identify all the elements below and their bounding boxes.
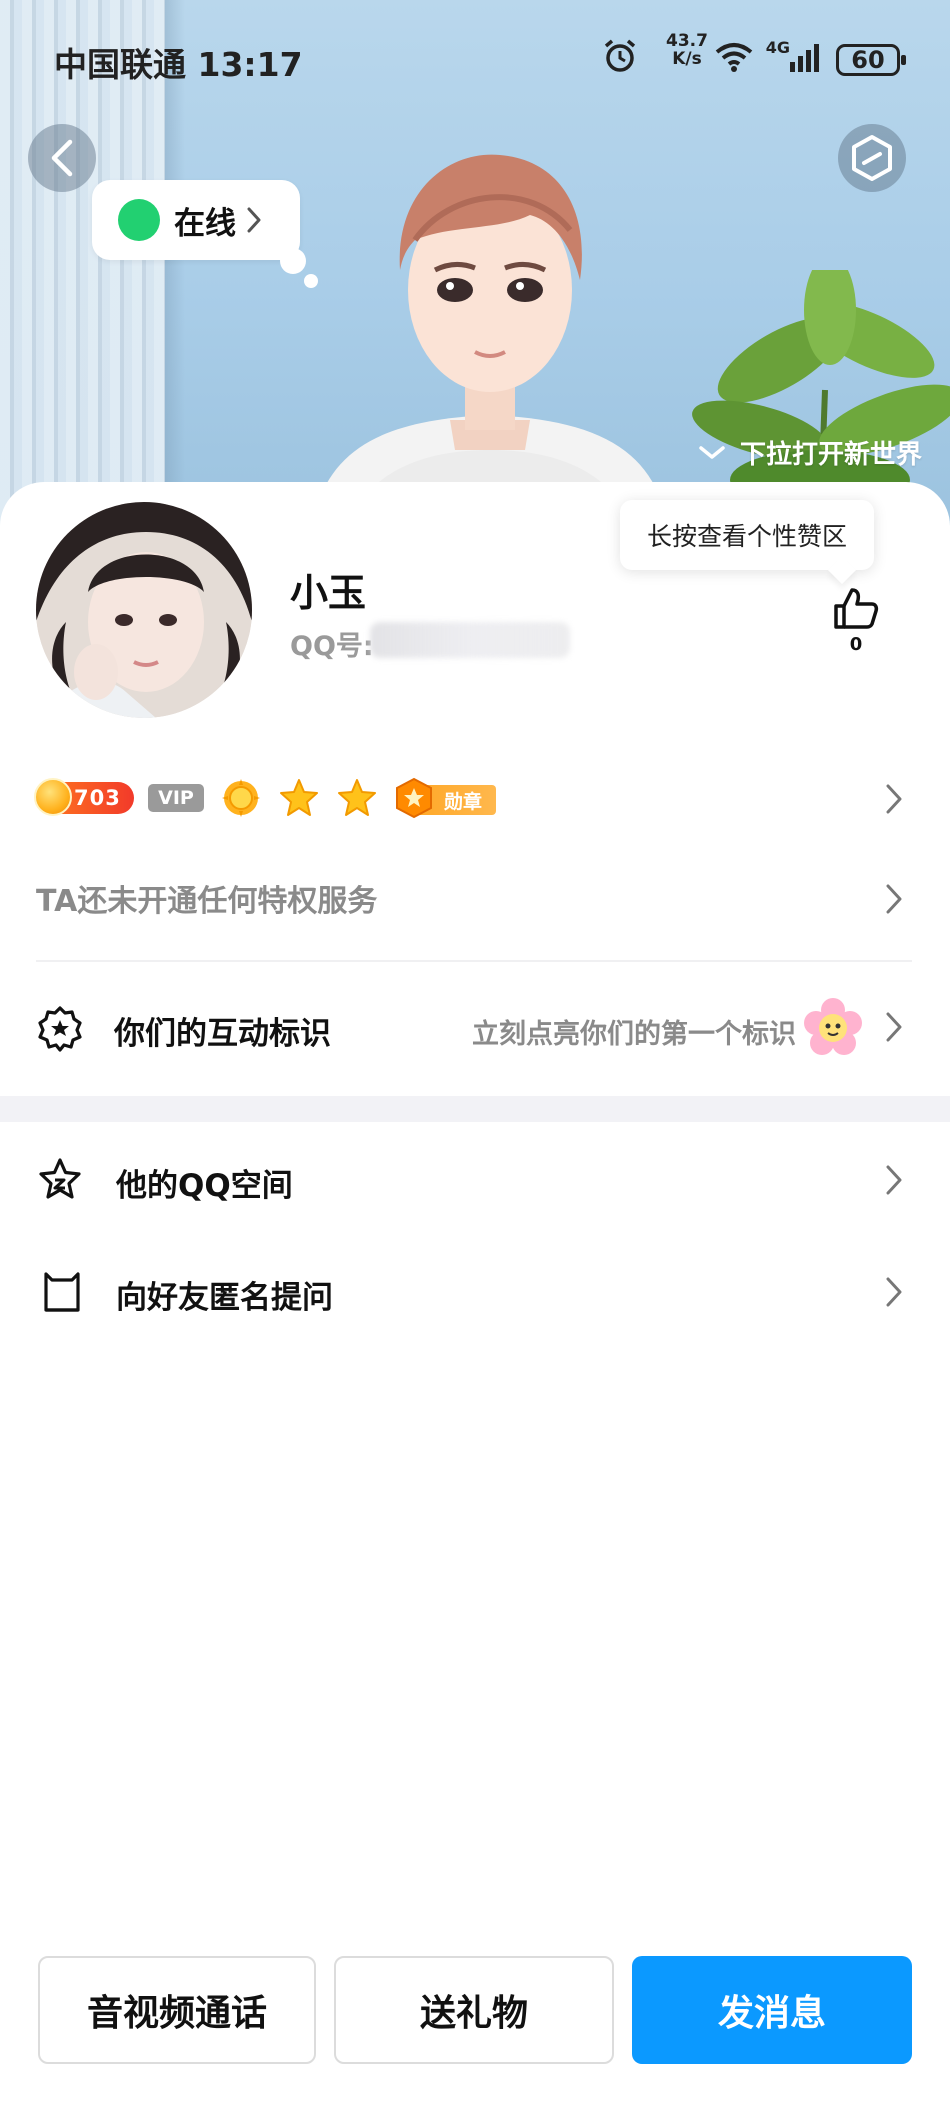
- avatar-3d-illustration: [311, 154, 669, 530]
- star-icon: [280, 779, 318, 816]
- thumbs-up-icon[interactable]: [832, 586, 880, 630]
- star-icon: [338, 779, 376, 816]
- interaction-mark-hint[interactable]: 立刻点亮你们的第一个标识: [472, 1012, 796, 1051]
- chevron-right-icon[interactable]: [884, 1275, 904, 1309]
- like-tooltip: 长按查看个性赞区: [620, 500, 874, 570]
- signal-icon: [790, 44, 819, 72]
- privilege-row-text[interactable]: TA还未开通任何特权服务: [36, 876, 377, 920]
- section-gap: [0, 1096, 950, 1122]
- net-speed: 43.7 K/s: [666, 31, 708, 69]
- qq-number-redacted: [370, 622, 570, 658]
- hexagon-icon: [852, 135, 892, 181]
- av-call-button[interactable]: 音视频通话: [38, 1956, 316, 2064]
- like-count: 0: [849, 634, 863, 655]
- online-dot: [118, 199, 160, 241]
- alarm-icon: [604, 39, 636, 72]
- chevron-right-icon[interactable]: [884, 782, 904, 816]
- online-status-bubble[interactable]: 在线: [92, 180, 300, 260]
- send-message-button[interactable]: 发消息: [632, 1956, 912, 2064]
- profile-name: 小玉: [290, 571, 367, 615]
- level-number: 703: [74, 786, 121, 810]
- medal-badge: 勋章: [394, 777, 496, 819]
- medal-icon: [396, 777, 432, 819]
- qzone-label[interactable]: 他的QQ空间: [116, 1160, 293, 1205]
- wifi-icon: [715, 43, 753, 72]
- avatar-settings-button[interactable]: [838, 124, 906, 192]
- battery-indicator: 60: [836, 44, 906, 76]
- anonymous-question-label[interactable]: 向好友匿名提问: [116, 1272, 333, 1317]
- medal-label: 勋章: [444, 791, 483, 813]
- chevron-right-icon[interactable]: [884, 1163, 904, 1197]
- like-tooltip-text: 长按查看个性赞区: [646, 522, 847, 551]
- avatar[interactable]: [36, 502, 252, 718]
- flower-icon: [804, 998, 862, 1055]
- star-person-icon: [39, 1158, 81, 1199]
- network-type: 4G: [765, 38, 790, 57]
- coin-icon: [34, 778, 72, 816]
- chevron-right-icon[interactable]: [884, 1010, 904, 1044]
- bottom-action-bar: 音视频通话 送礼物 发消息: [0, 1956, 950, 2064]
- carrier-time: 中国联通 13:17: [54, 45, 303, 84]
- level-badge: 703: [34, 778, 134, 816]
- qq-number-label: QQ号:: [290, 631, 374, 662]
- sun-icon: [222, 779, 260, 817]
- avatar-photo: [36, 502, 252, 718]
- divider: [36, 960, 912, 962]
- send-gift-button[interactable]: 送礼物: [334, 1956, 614, 2064]
- chevron-right-icon[interactable]: [884, 882, 904, 916]
- status-bar: 中国联通 13:17 43.7 K/s 4G 60: [0, 30, 950, 86]
- chevron-right-icon: [247, 207, 261, 233]
- box-cat-icon: [44, 1272, 80, 1312]
- interaction-mark-label[interactable]: 你们的互动标识: [114, 1008, 331, 1053]
- chevron-down-icon: [699, 445, 725, 459]
- vip-badge: VIP: [148, 784, 204, 812]
- pulldown-hint-text: 下拉打开新世界: [739, 440, 922, 470]
- pulldown-hint[interactable]: 下拉打开新世界: [698, 434, 922, 471]
- profile-hero[interactable]: 中国联通 13:17 43.7 K/s 4G 60 在线 下拉打开新世界: [0, 0, 950, 530]
- back-button[interactable]: [28, 124, 96, 192]
- back-arrow-icon: [51, 139, 73, 177]
- gear-star-icon: [38, 1006, 82, 1052]
- badges-row[interactable]: 703 VIP 勋章: [34, 776, 496, 820]
- online-status-text: 在线: [174, 205, 236, 242]
